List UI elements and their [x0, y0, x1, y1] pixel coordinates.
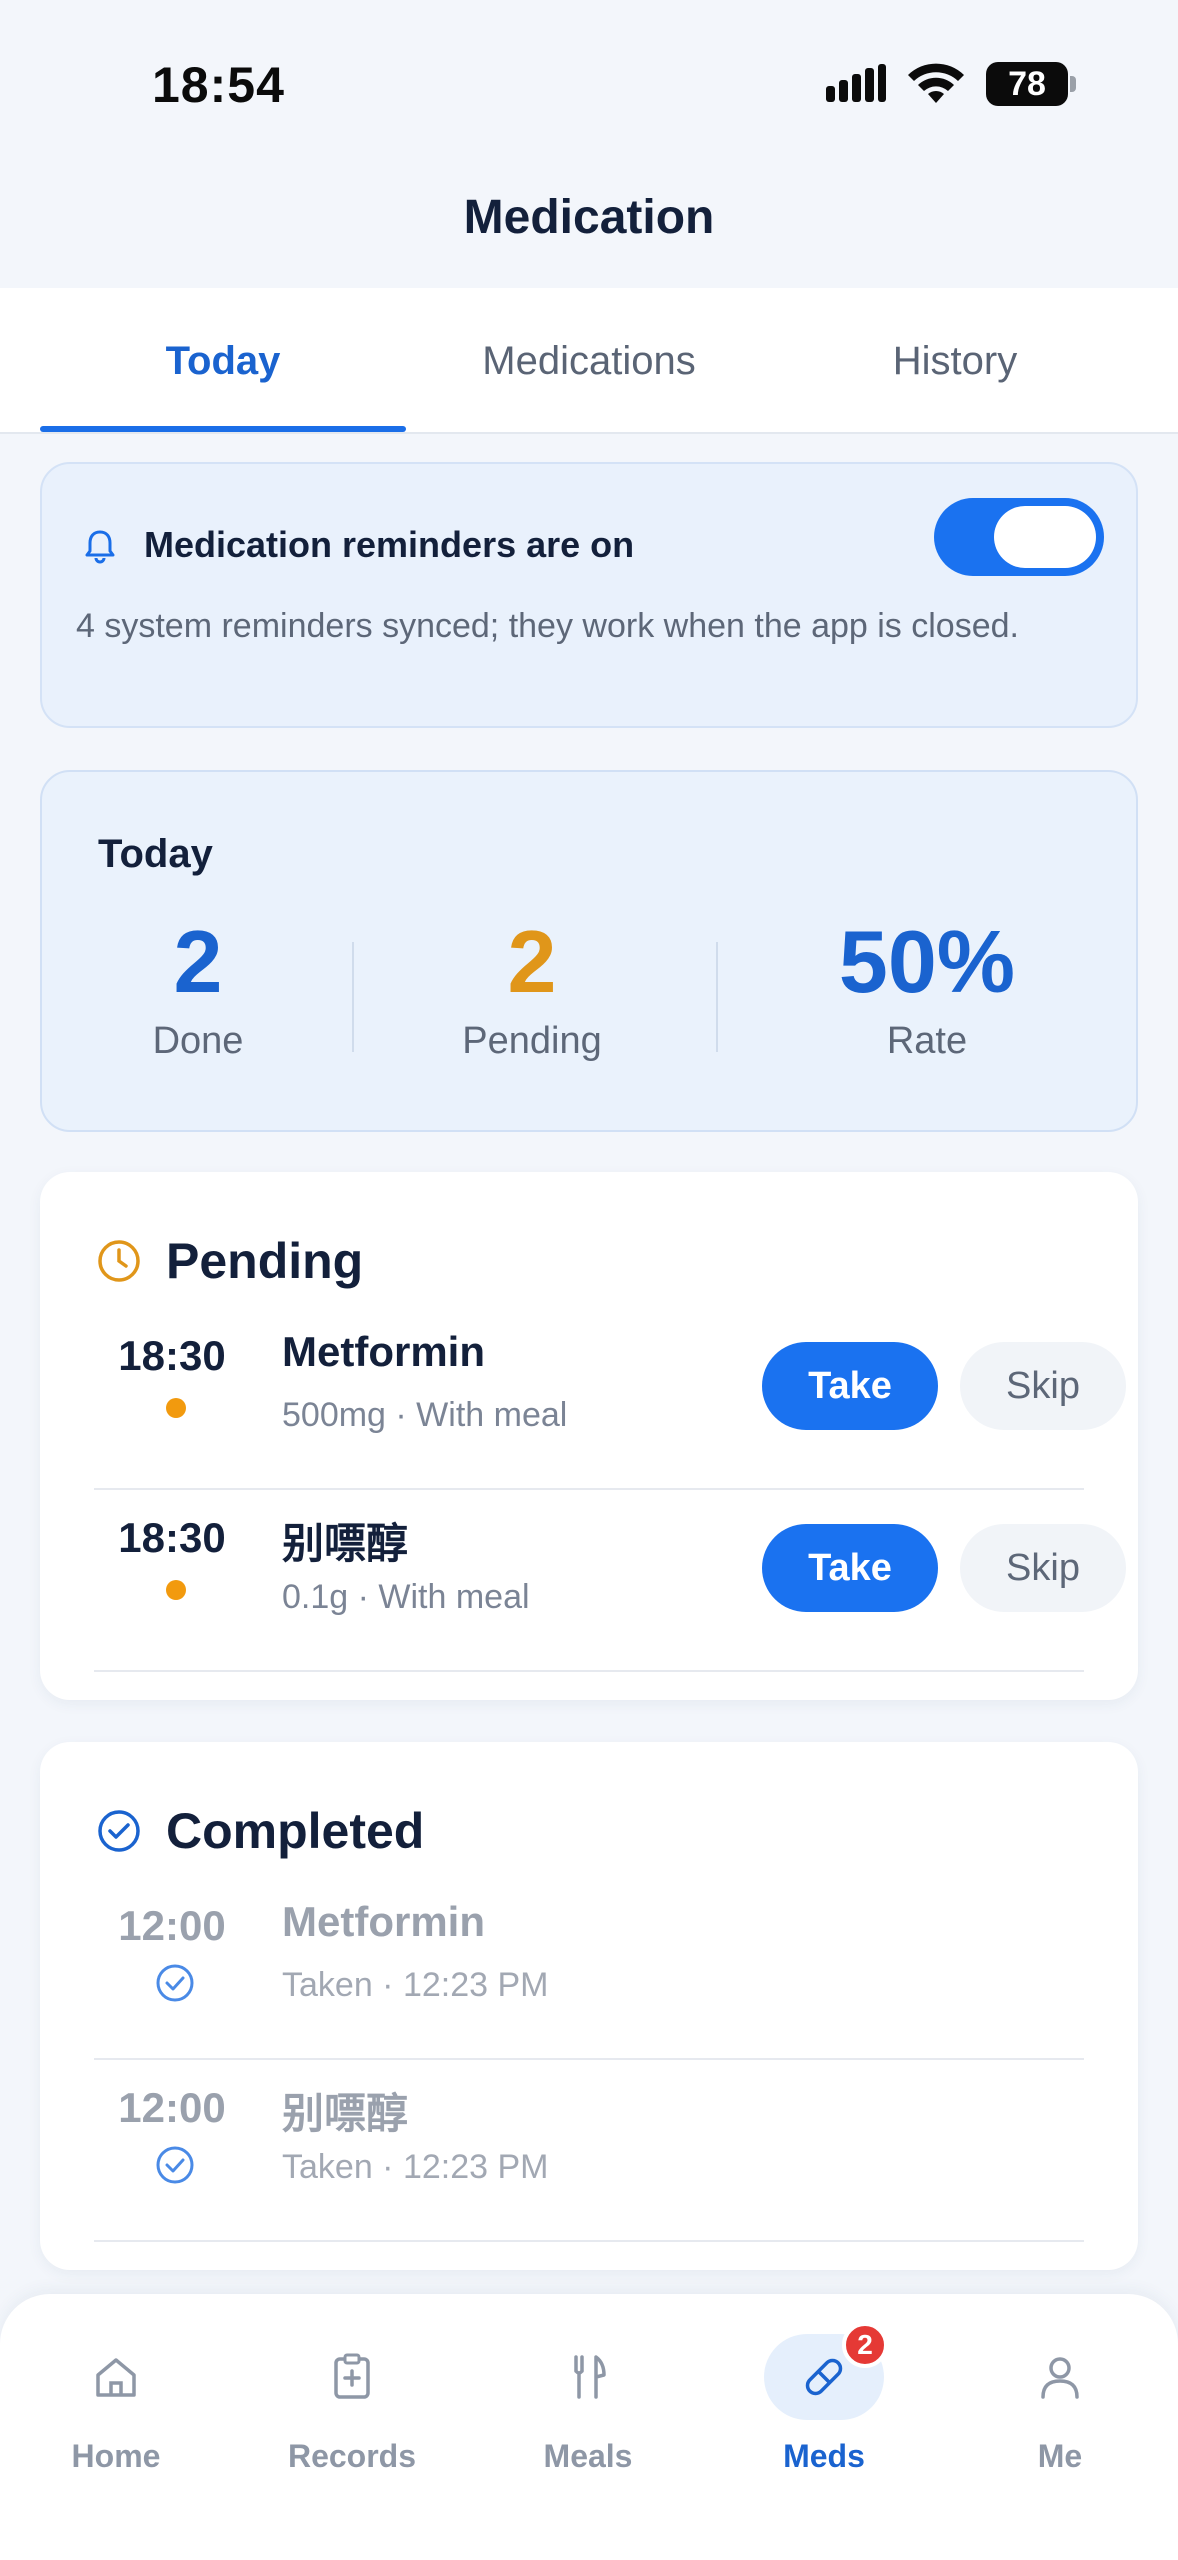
nav-label: Home — [71, 2438, 161, 2474]
stat-divider — [716, 942, 718, 1052]
completed-med-row: 12:00 别嘌醇 Taken · 12:23 PM — [94, 2060, 1084, 2242]
med-name: Metformin — [282, 1898, 485, 1945]
med-detail: 0.1g · With meal — [282, 1578, 530, 1616]
status-bar: 18:54 78 — [0, 0, 1178, 160]
nav-label: Records — [287, 2438, 417, 2474]
stat-pending: 2 Pending — [432, 912, 632, 1063]
reminder-description: 4 system reminders synced; they work whe… — [76, 607, 1019, 645]
pending-dot-icon — [166, 1580, 186, 1600]
take-button[interactable]: Take — [762, 1342, 938, 1430]
signal-icon — [826, 64, 886, 102]
pending-dot-icon — [166, 1398, 186, 1418]
user-icon — [1000, 2334, 1120, 2420]
med-time: 12:00 — [118, 1902, 226, 1949]
pending-med-row: 18:30 Metformin 500mg · With meal Take S… — [94, 1308, 1126, 1490]
nav-label: Meds — [783, 2438, 865, 2474]
clock-icon — [98, 1240, 140, 1282]
today-summary-card: Today 2 Done 2 Pending 50% Rate — [40, 770, 1138, 1132]
stat-divider — [352, 942, 354, 1052]
pending-header: Pending — [96, 1232, 363, 1290]
nav-item-meds[interactable]: 2 Meds — [734, 2322, 914, 2475]
status-time: 18:54 — [152, 57, 285, 113]
med-detail: Taken · 12:23 PM — [282, 1966, 549, 2004]
med-time: 18:30 — [118, 1514, 226, 1561]
med-time: 12:00 — [118, 2084, 226, 2131]
stat-done-value: 2 — [173, 912, 223, 1011]
check-circle-icon — [156, 1964, 194, 2002]
stat-pending-value: 2 — [507, 912, 557, 1011]
check-circle-icon — [156, 2146, 194, 2184]
summary-title: Today — [98, 832, 213, 876]
pending-med-row: 18:30 别嘌醇 0.1g · With meal Take Skip — [94, 1490, 1126, 1672]
med-name: Metformin — [282, 1328, 485, 1375]
completed-med-row: 12:00 Metformin Taken · 12:23 PM — [94, 1878, 1084, 2060]
toggle-knob — [994, 506, 1096, 568]
med-detail: Taken · 12:23 PM — [282, 2148, 549, 2186]
wifi-icon — [908, 63, 964, 103]
med-time: 18:30 — [118, 1332, 226, 1379]
nav-item-records[interactable]: Records — [262, 2334, 442, 2475]
nav-label: Me — [1037, 2438, 1083, 2474]
battery-level: 78 — [1008, 64, 1046, 103]
battery-icon: 78 — [986, 62, 1076, 106]
pill-icon: 2 — [764, 2322, 888, 2420]
skip-button[interactable]: Skip — [960, 1524, 1126, 1612]
bell-icon — [85, 530, 115, 564]
bottom-nav: Home Records Meals 2 Meds Me — [0, 2294, 1178, 2560]
completed-title: Completed — [166, 1803, 425, 1859]
tab-bar: Today Medications History — [0, 288, 1178, 434]
clipboard-icon — [292, 2334, 412, 2420]
med-name: 别嘌醇 — [282, 2090, 409, 2137]
tab-active-indicator — [40, 426, 406, 432]
utensils-icon — [528, 2334, 648, 2420]
reminder-banner: Medication reminders are on 4 system rem… — [40, 462, 1138, 728]
med-name: 别嘌醇 — [282, 1520, 409, 1567]
page-title: Medication — [463, 191, 715, 244]
nav-item-meals[interactable]: Meals — [498, 2334, 678, 2475]
stat-rate-label: Rate — [886, 1020, 968, 1062]
pending-title: Pending — [166, 1233, 364, 1289]
check-circle-icon — [98, 1810, 140, 1852]
stat-pending-label: Pending — [462, 1020, 602, 1062]
meds-badge: 2 — [842, 2322, 888, 2368]
reminder-title: Medication reminders are on — [144, 524, 635, 565]
stat-rate: 50% Rate — [802, 912, 1052, 1063]
tab-history[interactable]: History — [772, 288, 1138, 434]
completed-card: Completed 12:00 Metformin Taken · 12:23 … — [40, 1742, 1138, 2270]
home-icon — [56, 2334, 176, 2420]
reminder-toggle[interactable] — [934, 498, 1104, 576]
nav-item-home[interactable]: Home — [26, 2334, 206, 2475]
status-icons: 78 — [826, 62, 1076, 106]
pending-card: Pending 18:30 Metformin 500mg · With mea… — [40, 1172, 1138, 1700]
tab-today[interactable]: Today — [40, 288, 406, 434]
stat-done: 2 Done — [98, 912, 298, 1063]
skip-button[interactable]: Skip — [960, 1342, 1126, 1430]
nav-label: Meals — [543, 2438, 633, 2474]
tab-medications[interactable]: Medications — [406, 288, 772, 434]
completed-header: Completed — [96, 1802, 424, 1860]
stat-done-label: Done — [152, 1020, 244, 1062]
stat-rate-value: 50% — [838, 912, 1016, 1011]
nav-item-me[interactable]: Me — [970, 2334, 1150, 2475]
med-detail: 500mg · With meal — [282, 1396, 568, 1434]
take-button[interactable]: Take — [762, 1524, 938, 1612]
